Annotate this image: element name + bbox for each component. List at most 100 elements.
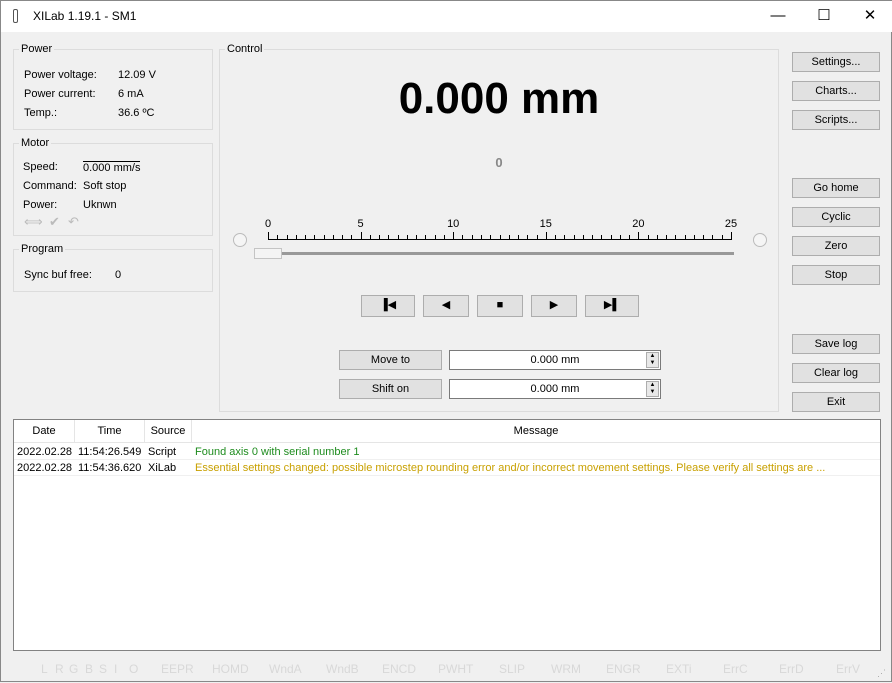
temp-label: Temp.: <box>24 107 58 119</box>
power-voltage-value: 12.09 V <box>118 69 156 81</box>
ruler-label: 0 <box>264 218 272 230</box>
status-flag-pwht: PWHT <box>438 662 474 676</box>
move-left-button[interactable]: ◀ <box>423 295 469 317</box>
status-bar: L R G B S I O EEPR HOMD WndA WndB ENCD PWHT SLIP WRM EN… <box>1 656 892 683</box>
clear-log-button[interactable]: Clear log <box>792 363 880 383</box>
status-flag-errc: ErrC <box>723 662 748 676</box>
status-flag-g: G <box>69 662 79 676</box>
ruler-tick <box>305 235 306 240</box>
zero-button[interactable]: Zero <box>792 236 880 256</box>
motor-group: Motor Speed: 0.000 mm/s Command: Soft st… <box>13 137 213 236</box>
status-flag-slip: SLIP <box>499 662 526 676</box>
ruler-tick <box>324 235 325 240</box>
status-flag-s: S <box>99 662 108 676</box>
status-flag-exti: EXTi <box>666 662 692 676</box>
ruler-tick <box>277 235 278 240</box>
ruler-tick <box>666 235 667 240</box>
log-source: XiLab <box>145 460 192 476</box>
app-icon <box>13 9 18 23</box>
temp-value: 36.6 ºC <box>118 107 155 119</box>
exit-button[interactable]: Exit <box>792 392 880 412</box>
log-table[interactable]: Date Time Source Message 2022.02.28 11:54… <box>13 419 881 651</box>
shift-on-spinner[interactable]: ▲ ▼ <box>646 381 659 397</box>
settings-button[interactable]: Settings... <box>792 52 880 72</box>
ruler-tick <box>712 235 713 240</box>
ruler-tick <box>407 235 408 240</box>
move-to-spinner[interactable]: ▲ ▼ <box>646 352 659 368</box>
move-right-button[interactable]: ▶ <box>531 295 577 317</box>
ruler-tick <box>731 232 732 240</box>
power-voltage-label: Power voltage: <box>24 69 97 81</box>
close-button[interactable]: ✕ <box>847 1 892 32</box>
status-flag-l: L <box>41 662 48 676</box>
column-header-time[interactable]: Time <box>75 420 145 443</box>
log-source: Script <box>145 444 192 460</box>
ruler-label: 10 <box>447 218 460 230</box>
power-current-label: Power current: <box>24 88 96 100</box>
ruler-tick <box>509 235 510 240</box>
stop-button[interactable]: Stop <box>792 265 880 285</box>
ruler-label: 5 <box>357 218 364 230</box>
status-flag-errd: ErrD <box>779 662 804 676</box>
ruler-tick <box>268 232 269 240</box>
control-label: Control <box>225 43 265 55</box>
shift-on-button[interactable]: Shift on <box>339 379 442 399</box>
ruler-tick <box>629 235 630 240</box>
column-header-message[interactable]: Message <box>192 420 880 443</box>
move-to-input[interactable]: 0.000 mm ▲ ▼ <box>449 350 661 370</box>
ruler-tick <box>379 235 380 240</box>
log-time: 11:54:26.549 <box>75 444 145 460</box>
log-time: 11:54:36.620 <box>75 460 145 476</box>
log-row[interactable]: 2022.02.28 11:54:26.549 Script Found axis 0… <box>14 444 880 460</box>
stop-motion-button[interactable]: ■ <box>477 295 523 317</box>
resize-grip-icon[interactable]: ⋰ <box>877 668 886 679</box>
ruler-tick <box>638 232 639 240</box>
status-flag-wndb: WndB <box>326 662 359 676</box>
minimize-button[interactable]: — <box>755 1 801 32</box>
scripts-button[interactable]: Scripts... <box>792 110 880 130</box>
cyclic-button[interactable]: Cyclic <box>792 207 880 227</box>
command-value: Soft stop <box>83 180 127 192</box>
motor-power-value: Uknwn <box>83 199 117 211</box>
go-home-button[interactable]: Go home <box>792 178 880 198</box>
ruler-label: 20 <box>632 218 645 230</box>
move-to-left-end-button[interactable]: ▐◀ <box>361 295 415 317</box>
ruler-tick <box>564 235 565 240</box>
column-header-date[interactable]: Date <box>14 420 75 443</box>
ruler-tick <box>453 232 454 240</box>
ruler-tick <box>351 235 352 240</box>
ruler-label: 25 <box>724 218 738 230</box>
log-row[interactable]: 2022.02.28 11:54:36.620 XiLab Essential set… <box>14 460 880 476</box>
status-flag-eepr: EEPR <box>161 662 194 676</box>
ruler-tick <box>425 235 426 240</box>
status-flag-errv: ErrV <box>836 662 860 676</box>
move-to-right-end-button[interactable]: ▶▌ <box>585 295 639 317</box>
ruler-tick <box>694 235 695 240</box>
ruler-tick <box>518 235 519 240</box>
ruler-tick <box>287 235 288 240</box>
shift-on-input[interactable]: 0.000 mm ▲ ▼ <box>449 379 661 399</box>
ruler-tick <box>462 235 463 240</box>
ruler-tick <box>648 235 649 240</box>
move-to-button[interactable]: Move to <box>339 350 442 370</box>
ruler-tick <box>583 235 584 240</box>
move-to-value[interactable]: 0.000 mm <box>531 354 580 366</box>
column-header-source[interactable]: Source <box>145 420 192 443</box>
ruler-tick <box>537 235 538 240</box>
undo-icon: ↶ <box>68 214 79 229</box>
ruler-label: 15 <box>539 218 552 230</box>
charts-button[interactable]: Charts... <box>792 81 880 101</box>
log-date: 2022.02.28 <box>14 460 75 476</box>
shift-on-value[interactable]: 0.000 mm <box>531 383 580 395</box>
status-flag-engr: ENGR <box>606 662 641 676</box>
power-group: Power Power voltage: 12.09 V Power curre… <box>13 43 213 130</box>
slider-track[interactable] <box>254 252 734 255</box>
ruler-tick <box>416 235 417 240</box>
slider-thumb[interactable] <box>254 248 282 259</box>
ruler-tick <box>546 232 547 240</box>
maximize-button[interactable]: ☐ <box>801 1 847 32</box>
ruler-tick <box>657 235 658 240</box>
ruler-tick <box>685 235 686 240</box>
save-log-button[interactable]: Save log <box>792 334 880 354</box>
position-ruler: 0 5 10 15 20 25 <box>220 218 778 248</box>
